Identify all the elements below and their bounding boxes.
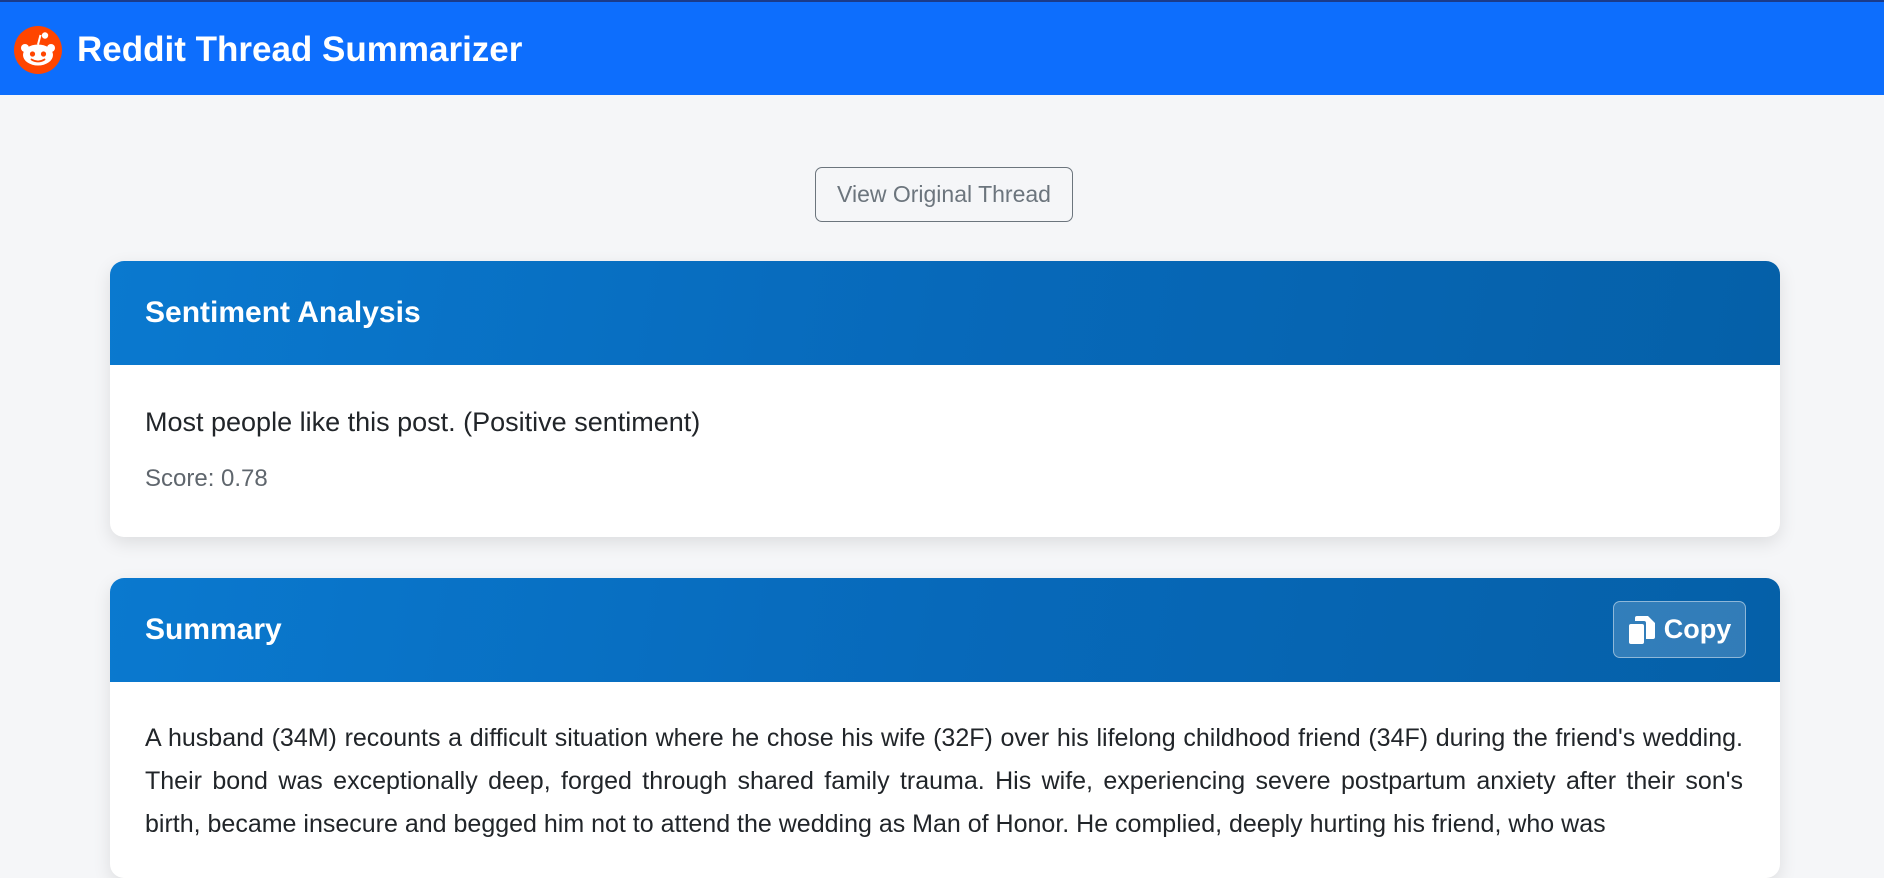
top-navbar: Reddit Thread Summarizer <box>0 0 1884 95</box>
copy-icon <box>1628 615 1655 644</box>
summary-card: Summary Copy A husband (34M) recounts a … <box>110 578 1780 878</box>
summary-text: A husband (34M) recounts a difficult sit… <box>145 724 1743 838</box>
app-title: Reddit Thread Summarizer <box>77 30 523 69</box>
sentiment-card-header: Sentiment Analysis <box>110 261 1780 365</box>
sentiment-score: Score: 0.78 <box>145 465 268 492</box>
summary-card-title: Summary <box>145 613 282 646</box>
copy-button-label: Copy <box>1663 614 1732 644</box>
reddit-logo-icon[interactable] <box>14 26 62 74</box>
sentiment-card-title: Sentiment Analysis <box>145 296 421 329</box>
sentiment-description: Most people like this post. (Positive se… <box>145 407 701 437</box>
sentiment-analysis-card: Sentiment Analysis Most people like this… <box>110 261 1780 537</box>
copy-button[interactable]: Copy <box>1613 601 1746 658</box>
summary-card-header: Summary Copy <box>110 578 1780 682</box>
view-original-thread-button[interactable]: View Original Thread <box>815 167 1073 222</box>
